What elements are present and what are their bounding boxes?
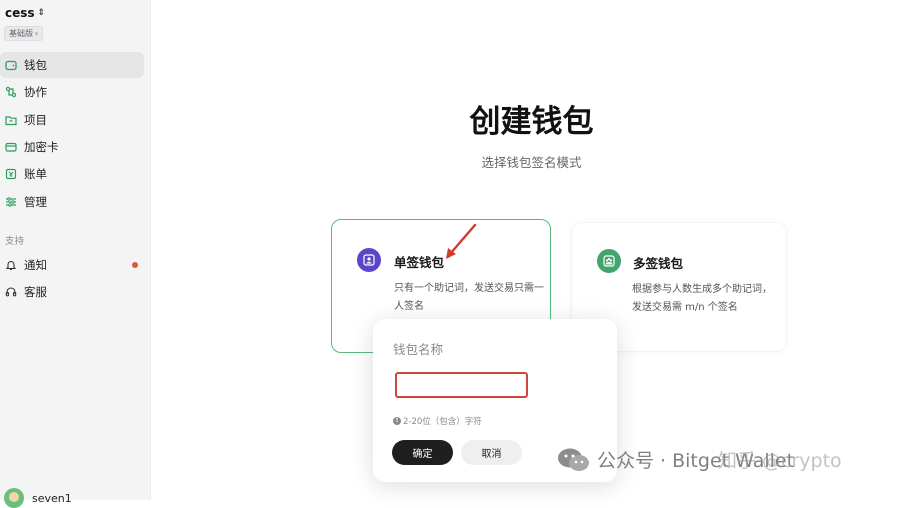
sidebar-item-bill[interactable]: 账单 — [0, 161, 144, 187]
card-description: 只有一个助记词，发送交易只需一人签名 — [394, 283, 544, 312]
sidebar-item-project[interactable]: 项目 — [0, 107, 144, 133]
bell-icon — [5, 259, 17, 271]
support-section-label: 支持 — [5, 236, 25, 247]
page-subtitle: 选择钱包签名模式 — [481, 155, 582, 170]
sidebar-item-wallet[interactable]: 钱包 — [0, 52, 144, 78]
card-description: 根据参与人数生成多个助记词，发送交易需 m/n 个签名 — [632, 284, 772, 313]
workspace-switcher[interactable]: cess ⇕ — [5, 6, 45, 20]
collaborate-icon — [5, 86, 17, 98]
card-title: 单签钱包 — [394, 255, 445, 270]
sidebar-item-manage[interactable]: 管理 — [0, 189, 144, 215]
multi-user-icon — [597, 249, 621, 273]
notification-dot — [132, 262, 138, 268]
cancel-button[interactable]: 取消 — [461, 440, 522, 465]
sidebar-item-collaborate[interactable]: 协作 — [0, 79, 144, 105]
wechat-icon — [558, 448, 589, 471]
user-name: seven1 — [32, 491, 72, 505]
sidebar: cess ⇕ 基础版 › 钱包 协作 项目 加密卡 账单 管理 支持 通知 客服… — [0, 0, 151, 508]
card-icon — [5, 141, 17, 153]
input-hint: ! 2-20位（包含）字符 — [393, 415, 482, 427]
page-title: 创建钱包 — [469, 104, 594, 140]
sidebar-item-crypto-card[interactable]: 加密卡 — [0, 134, 144, 160]
single-user-icon — [357, 248, 381, 272]
sidebar-item-label: 协作 — [24, 85, 47, 99]
headset-icon — [5, 286, 17, 298]
sidebar-item-label: 客服 — [24, 285, 47, 299]
card-title: 多签钱包 — [633, 256, 684, 271]
project-icon — [5, 114, 17, 126]
chevron-right-icon: › — [35, 29, 39, 38]
sidebar-item-label: 项目 — [24, 113, 47, 127]
sidebar-item-label: 账单 — [24, 167, 47, 181]
annotation-arrow — [446, 223, 477, 259]
main-content: 创建钱包 选择钱包签名模式 单签钱包 只有一个助记词，发送交易只需一人签名 多签… — [151, 0, 912, 500]
zhihu-watermark: 知乎 @crypto — [718, 450, 842, 472]
wallet-name-input[interactable] — [395, 372, 528, 398]
avatar — [4, 488, 24, 508]
hint-text: 2-20位（包含）字符 — [403, 417, 482, 427]
sidebar-item-label: 加密卡 — [24, 140, 59, 154]
sidebar-item-notifications[interactable]: 通知 — [0, 252, 144, 278]
user-profile[interactable]: seven1 — [4, 488, 72, 508]
wallet-name-label: 钱包名称 — [393, 342, 444, 357]
plan-label: 基础版 — [9, 29, 33, 38]
workspace-name: cess — [5, 6, 35, 20]
confirm-button[interactable]: 确定 — [392, 440, 453, 465]
chevron-updown-icon: ⇕ — [37, 8, 46, 18]
settings-sliders-icon — [5, 196, 17, 208]
sidebar-item-label: 钱包 — [24, 58, 47, 72]
sidebar-item-label: 通知 — [24, 258, 47, 272]
bill-icon — [5, 168, 17, 180]
sidebar-item-label: 管理 — [24, 195, 47, 209]
plan-badge[interactable]: 基础版 › — [4, 26, 44, 41]
sidebar-item-support[interactable]: 客服 — [0, 279, 144, 305]
info-icon: ! — [393, 417, 401, 425]
wallet-icon — [5, 59, 17, 71]
